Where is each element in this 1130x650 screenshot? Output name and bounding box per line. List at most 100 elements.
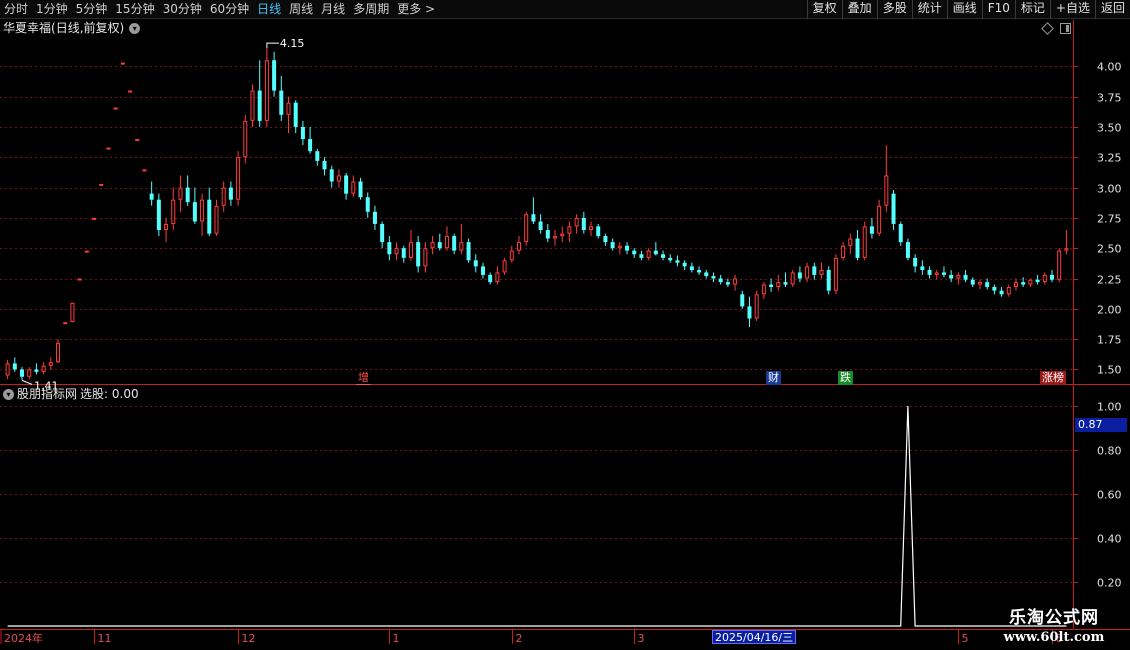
candle [682, 260, 687, 271]
candle-body [156, 199, 161, 231]
candle-body [891, 193, 896, 224]
candle [27, 367, 32, 380]
candle [754, 290, 759, 321]
candle [776, 274, 781, 291]
event-marker-capital-increase[interactable]: 增 [356, 371, 371, 385]
indicator-line [7, 405, 1067, 627]
candle [711, 272, 716, 283]
candle-body [1013, 282, 1018, 287]
time-tick-label: 2 [516, 632, 523, 645]
candle [877, 199, 882, 237]
candle-body [826, 270, 831, 291]
candle-body [142, 169, 147, 172]
candle-body [358, 181, 363, 198]
candle [308, 126, 313, 154]
low-price-label: 1.41 [34, 379, 59, 392]
candle-body [466, 242, 471, 261]
candle-body [934, 272, 939, 275]
candle [819, 262, 824, 279]
candle [567, 221, 572, 243]
candle [625, 242, 630, 255]
price-tick-label: 3.50 [1097, 122, 1122, 135]
event-marker-top-gainers[interactable]: 涨榜 [1040, 371, 1066, 385]
time-tick-label: 11 [98, 632, 112, 645]
candle-body [589, 226, 594, 231]
candle-body [171, 199, 176, 224]
candle [632, 248, 637, 258]
candle [135, 139, 140, 142]
candle [833, 254, 838, 295]
candle [538, 214, 543, 234]
candle-body [401, 248, 406, 258]
candle-body [603, 236, 608, 243]
event-marker-financial-report[interactable]: 财 [766, 371, 781, 385]
candle-body [351, 181, 356, 194]
annotations: 4.15 1.41 [21, 37, 305, 392]
candle-body [48, 362, 53, 366]
candle-body [178, 187, 183, 200]
candle [473, 254, 478, 273]
candle [106, 147, 111, 150]
candle-body [956, 274, 961, 279]
candle-body [437, 242, 442, 249]
candle [913, 254, 918, 273]
candle [495, 266, 500, 285]
candle [1006, 284, 1011, 297]
candle-body [646, 250, 651, 258]
candle-body [286, 102, 291, 115]
candle [185, 175, 190, 206]
candle [884, 145, 889, 212]
candle [848, 233, 853, 255]
indicator-tick-label: 0.20 [1097, 577, 1122, 590]
time-tick-label: 2024年 [4, 631, 43, 645]
candle-body [257, 90, 262, 121]
candle [661, 250, 666, 261]
candle-body [243, 120, 248, 158]
candle [502, 257, 507, 275]
candle [365, 192, 370, 218]
candle [733, 274, 738, 291]
candle-body [516, 242, 521, 251]
chart-canvas[interactable]: 4.00 3.75 3.50 3.25 3.00 2.75 2.50 2.25 2.00 1.75… [0, 0, 1130, 650]
high-price-label: 4.15 [280, 37, 305, 50]
indicator-cursor-value: 0.87 [1075, 418, 1127, 432]
candle [178, 175, 183, 212]
candle-body [869, 226, 874, 234]
candle [639, 250, 644, 261]
candle [905, 238, 910, 261]
candle-body [639, 254, 644, 258]
time-tick-label: 3 [638, 632, 645, 645]
candle-body [380, 223, 385, 243]
price-tick-label: 2.50 [1097, 243, 1122, 256]
candle [164, 217, 169, 243]
candle [56, 339, 61, 364]
time-tick-label: 5 [962, 632, 969, 645]
candle [740, 290, 745, 309]
candle-body [682, 262, 687, 267]
candle-body [1028, 279, 1033, 285]
candle [272, 51, 277, 97]
candle [992, 284, 997, 295]
candle-body [387, 242, 392, 255]
candle [286, 96, 291, 134]
candle-body [365, 197, 370, 212]
candle-body [430, 242, 435, 249]
watermark-title: 乐淘公式网 [1009, 608, 1099, 628]
candle-body [841, 245, 846, 258]
candle [41, 362, 46, 375]
candle [92, 217, 97, 220]
candle-body [5, 363, 10, 376]
candle [344, 173, 349, 200]
candle [351, 175, 356, 198]
candle [5, 359, 10, 380]
candle-body [452, 236, 457, 251]
candle-body [279, 90, 284, 115]
event-marker-drop[interactable]: 跌 [838, 371, 853, 385]
candle-body [423, 248, 428, 267]
candle [149, 181, 154, 206]
candle-body [545, 230, 550, 239]
candle [898, 221, 903, 246]
candle-body [164, 223, 169, 231]
indicator-tick-label: 0.80 [1097, 445, 1122, 458]
candle-body [531, 214, 536, 222]
